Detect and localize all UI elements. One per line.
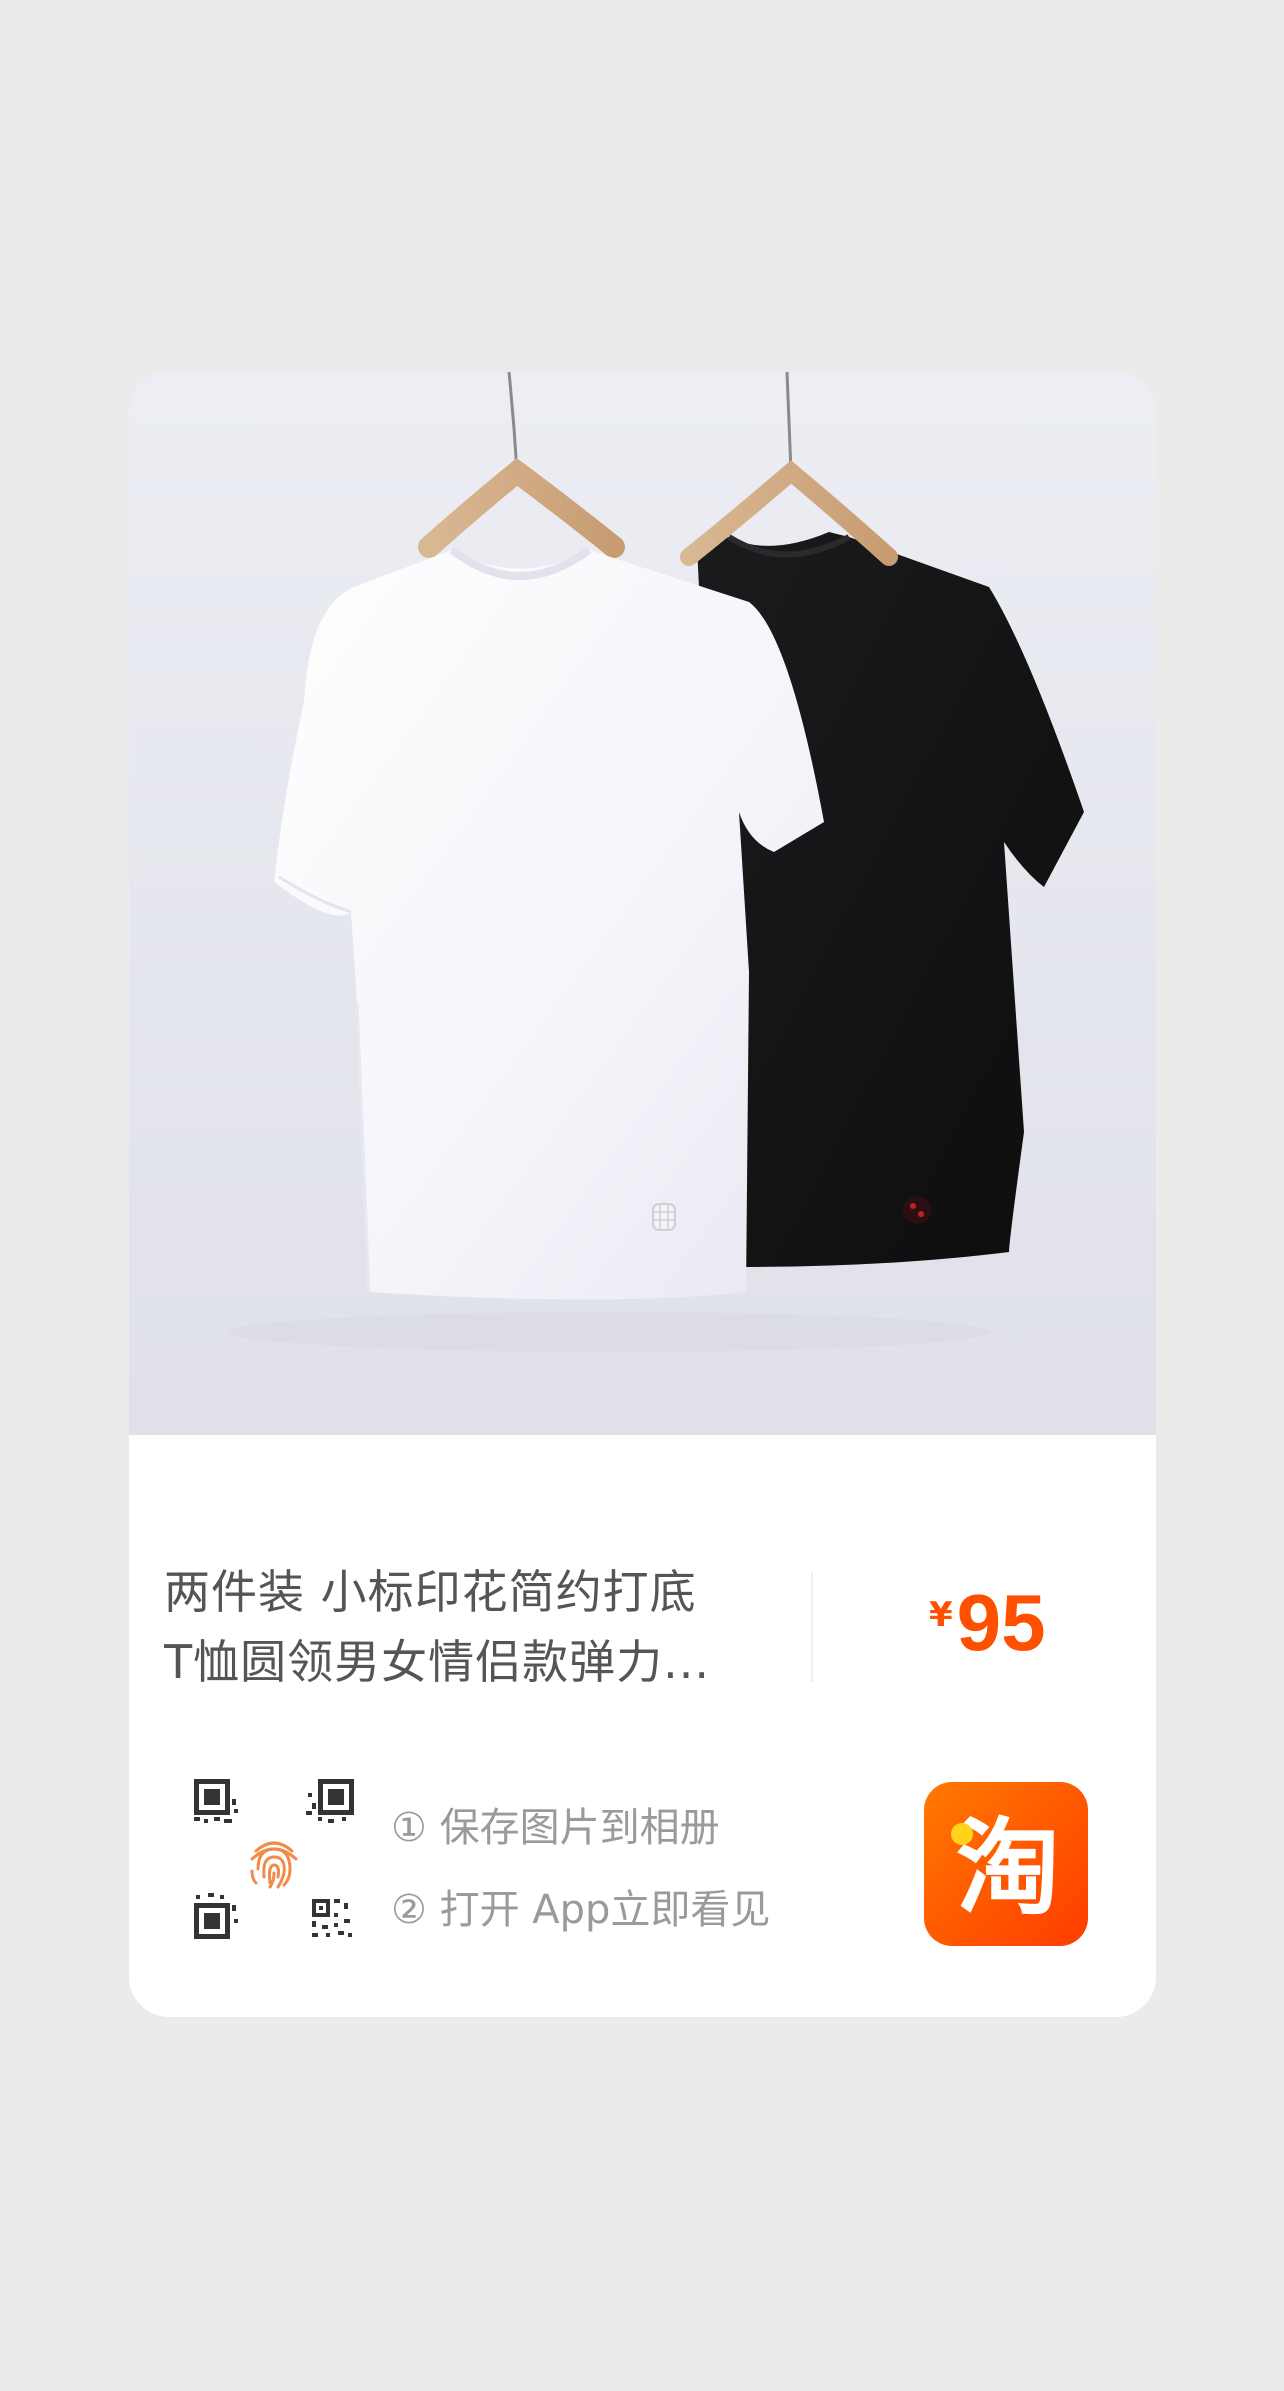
share-card: 两件装 小标印花简约打底 T恤圆领男女情侣款弹力... ¥95 ① 保存图片到相… [129, 372, 1156, 2017]
product-title-line-2: T恤圆领男女情侣款弹力... [164, 1635, 710, 1689]
price-currency: ¥ [929, 1595, 953, 1635]
svg-text:淘: 淘 [956, 1807, 1060, 1929]
share-steps: ① 保存图片到相册 ② 打开 App立即看见 [391, 1787, 770, 1951]
qr-code-fingerprint-icon[interactable] [194, 1779, 354, 1939]
product-title-line-1: 两件装 小标印花简约打底 [164, 1565, 697, 1619]
step-save-image: ① 保存图片到相册 [391, 1805, 720, 1851]
product-title[interactable]: 两件装 小标印花简约打底 T恤圆领男女情侣款弹力... [164, 1557, 754, 1697]
product-photo[interactable] [129, 372, 1156, 1435]
price-amount: 95 [956, 1578, 1046, 1667]
price: ¥95 [929, 1577, 1046, 1669]
divider [811, 1572, 813, 1682]
step-open-app: ② 打开 App立即看见 [391, 1887, 771, 1933]
taobao-logo-icon[interactable]: 淘 [924, 1782, 1088, 1946]
t-shirts-image [129, 372, 1156, 1435]
